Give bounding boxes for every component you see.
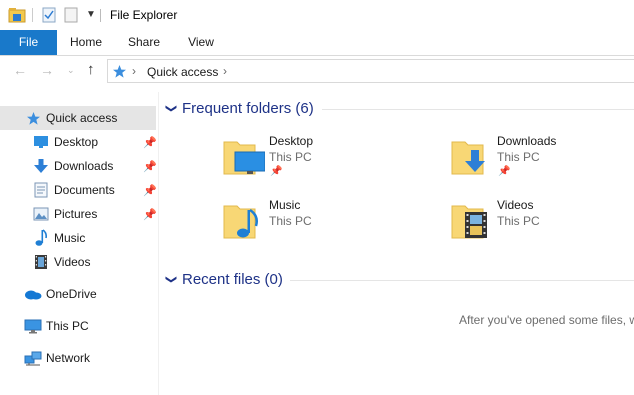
folder-location: This PC	[269, 214, 312, 228]
pane-splitter[interactable]	[158, 92, 159, 395]
customize-toolbar-chevron-icon[interactable]: ▼	[86, 9, 96, 20]
up-arrow-icon[interactable]: ↑	[87, 61, 95, 78]
folder-name: Downloads	[497, 134, 557, 148]
sidebar-item-videos[interactable]: Videos	[0, 250, 156, 274]
folder-tile-desktop[interactable]: Desktop This PC 📌	[220, 130, 420, 182]
forward-arrow-icon[interactable]: →	[40, 62, 54, 78]
folder-name: Videos	[497, 198, 534, 212]
navigation-pane: Quick access Desktop 📌 Downloads 📌 Docum…	[0, 100, 158, 395]
frequent-folders-header[interactable]: Frequent folders (6)	[182, 100, 314, 117]
collapse-chevron-icon[interactable]: ❯	[165, 104, 178, 113]
monitor-icon	[24, 319, 42, 334]
pin-icon[interactable]: 📌	[143, 208, 157, 221]
sidebar-item-label: Pictures	[54, 207, 98, 221]
section-divider	[290, 280, 634, 281]
music-folder-icon	[223, 205, 258, 239]
pin-icon[interactable]: 📌	[143, 136, 157, 149]
documents-icon	[34, 182, 48, 198]
sidebar-item-label: Videos	[54, 255, 91, 269]
sidebar-item-documents[interactable]: Documents 📌	[0, 178, 157, 202]
ribbon-tabs: File Home Share View	[0, 30, 634, 56]
sidebar-item-quick-access[interactable]: Quick access	[0, 106, 156, 130]
sidebar-item-label: Network	[46, 351, 91, 365]
sidebar-item-label: Downloads	[54, 159, 114, 173]
file-explorer-app-icon[interactable]	[8, 7, 26, 23]
sidebar-item-label: This PC	[46, 319, 89, 333]
folder-tile-videos[interactable]: Videos This PC	[448, 194, 634, 246]
properties-icon[interactable]	[42, 7, 56, 23]
cloud-icon	[25, 290, 42, 300]
download-arrow-icon	[34, 159, 48, 173]
section-divider	[322, 109, 634, 110]
pin-icon[interactable]: 📌	[143, 160, 157, 173]
pin-icon[interactable]: 📌	[498, 166, 510, 177]
folder-location: This PC	[497, 214, 540, 228]
star-icon	[27, 112, 40, 125]
sidebar-item-pictures[interactable]: Pictures 📌	[0, 202, 157, 226]
tab-view[interactable]: View	[177, 30, 225, 55]
sidebar-item-this-pc[interactable]: This PC	[0, 314, 156, 338]
folder-location: This PC	[269, 150, 312, 164]
breadcrumb-separator-icon[interactable]: ›	[223, 64, 227, 78]
navigation-bar: ← → ⌄ ↑ › Quick access ›	[0, 56, 634, 88]
breadcrumb-quick-access[interactable]: Quick access	[147, 65, 218, 79]
pin-icon[interactable]: 📌	[143, 184, 157, 197]
recent-locations-chevron-icon[interactable]: ⌄	[67, 65, 75, 76]
film-icon	[35, 255, 47, 269]
folder-tile-music[interactable]: Music This PC	[220, 194, 420, 246]
back-arrow-icon[interactable]: ←	[13, 62, 27, 78]
desktop-icon	[34, 136, 48, 148]
separator	[100, 9, 101, 22]
folder-tile-downloads[interactable]: Downloads This PC 📌	[448, 130, 634, 182]
sidebar-item-label: Music	[54, 231, 86, 245]
music-note-icon	[35, 229, 47, 246]
sidebar-item-music[interactable]: Music	[0, 226, 156, 250]
sidebar-item-label: Desktop	[54, 135, 99, 149]
recent-files-header[interactable]: Recent files (0)	[182, 271, 283, 288]
recent-files-empty-message-wrap: After you've opened some files, w	[459, 313, 634, 327]
recent-files-empty-message: After you've opened some files, w	[459, 313, 634, 327]
sidebar-item-network[interactable]: Network	[0, 346, 156, 370]
window-title: File Explorer	[110, 8, 178, 22]
tab-file[interactable]: File	[0, 30, 57, 55]
folder-location: This PC	[497, 150, 540, 164]
star-quick-access-icon	[113, 65, 126, 78]
folder-name: Desktop	[269, 134, 314, 148]
pin-icon[interactable]: 📌	[270, 166, 282, 177]
sidebar-item-desktop[interactable]: Desktop 📌	[0, 130, 157, 154]
breadcrumb-separator-icon[interactable]: ›	[132, 64, 136, 78]
separator	[32, 8, 33, 22]
folder-name: Music	[269, 198, 301, 212]
downloads-folder-icon	[451, 141, 485, 175]
desktop-folder-icon	[223, 141, 265, 175]
tab-home[interactable]: Home	[62, 30, 110, 55]
sidebar-item-label: OneDrive	[46, 287, 97, 301]
title-bar: ▼ File Explorer	[0, 0, 634, 30]
sidebar-item-label: Documents	[54, 183, 115, 197]
sidebar-item-downloads[interactable]: Downloads 📌	[0, 154, 157, 178]
pictures-icon	[33, 207, 49, 221]
tab-share[interactable]: Share	[120, 30, 168, 55]
network-icon	[24, 351, 42, 366]
sidebar-item-onedrive[interactable]: OneDrive	[0, 282, 156, 306]
videos-folder-icon	[451, 205, 487, 239]
address-bar[interactable]: › Quick access ›	[107, 59, 634, 83]
collapse-chevron-icon[interactable]: ❯	[165, 275, 178, 284]
new-folder-icon[interactable]	[64, 7, 78, 23]
sidebar-item-label: Quick access	[46, 111, 118, 125]
